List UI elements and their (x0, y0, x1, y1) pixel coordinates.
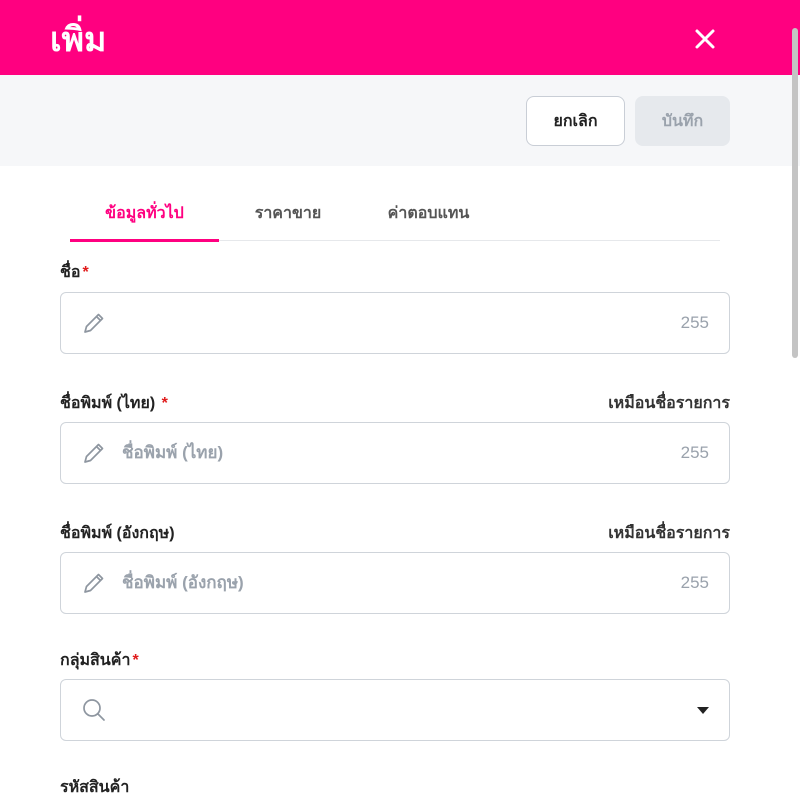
name-char-limit: 255 (680, 313, 709, 332)
caret-down-icon[interactable] (697, 707, 709, 714)
required-marker: * (161, 395, 168, 412)
print-name-th-char-limit: 255 (680, 443, 709, 462)
print-name-th-label-text: ชื่อพิมพ์ (ไทย) (60, 395, 156, 412)
print-name-en-placeholder: ชื่อพิมพ์ (อังกฤษ) (122, 573, 244, 592)
product-group-label: กลุ่มสินค้า * (60, 650, 139, 672)
tab-bar: ข้อมูลทั่วไป ราคาขาย ค่าตอบแทน (70, 186, 720, 242)
same-as-item-name-link[interactable]: เหมือนชื่อรายการ (608, 393, 730, 415)
product-group-select[interactable] (60, 679, 730, 741)
product-group-label-text: กลุ่มสินค้า (60, 652, 131, 669)
pencil-icon (81, 570, 107, 596)
print-name-en-field[interactable]: ชื่อพิมพ์ (อังกฤษ) 255 (60, 552, 730, 614)
print-name-th-placeholder: ชื่อพิมพ์ (ไทย) (122, 443, 224, 462)
name-field[interactable]: 255 (60, 292, 730, 354)
name-label-text: ชื่อ (60, 264, 81, 281)
save-button[interactable]: บันทึก (635, 96, 730, 146)
print-name-th-field[interactable]: ชื่อพิมพ์ (ไทย) 255 (60, 422, 730, 484)
tab-general-info[interactable]: ข้อมูลทั่วไป (70, 186, 219, 242)
print-name-th-label: ชื่อพิมพ์ (ไทย) * (60, 393, 168, 415)
same-as-item-name-link[interactable]: เหมือนชื่อรายการ (608, 523, 730, 545)
pencil-icon (81, 310, 107, 336)
close-icon[interactable] (688, 22, 722, 56)
product-code-label: รหัสสินค้า (60, 779, 130, 796)
modal-title: เพิ่ม (50, 21, 107, 59)
scrollbar[interactable] (792, 28, 798, 358)
required-marker: * (82, 264, 89, 281)
tab-selling-price[interactable]: ราคาขาย (229, 186, 347, 240)
tab-commission[interactable]: ค่าตอบแทน (362, 186, 495, 240)
pencil-icon (81, 440, 107, 466)
cancel-button[interactable]: ยกเลิก (526, 96, 625, 146)
print-name-en-char-limit: 255 (680, 573, 709, 592)
action-toolbar: ยกเลิก บันทึก (0, 75, 800, 166)
required-marker: * (132, 652, 139, 669)
modal-header: เพิ่ม (0, 0, 800, 75)
print-name-en-label: ชื่อพิมพ์ (อังกฤษ) (60, 525, 175, 542)
name-label: ชื่อ * (60, 262, 89, 284)
search-icon (81, 697, 107, 723)
